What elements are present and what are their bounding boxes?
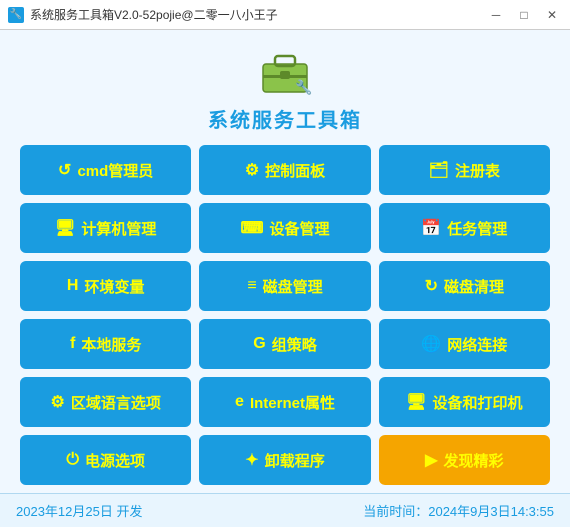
power-label: 电源选项 (85, 450, 145, 471)
tool-button-internet[interactable]: e Internet属性 (199, 377, 370, 427)
title-bar-left: 🔧 系统服务工具箱V2.0-52pojie@二零一八小王子 (8, 6, 278, 23)
gpedit-icon: G (253, 335, 265, 353)
tool-button-env[interactable]: H 环境变量 (20, 261, 191, 311)
tool-button-cmd[interactable]: ↺ cmd管理员 (20, 145, 191, 195)
tool-button-power[interactable]: ⏻ 电源选项 (20, 435, 191, 485)
registry-label: 注册表 (455, 160, 500, 181)
uninstall-label: 卸载程序 (265, 450, 325, 471)
current-time: 当前时间：2024年9月3日14:3:55 (363, 501, 554, 520)
control-icon: ⚙ (245, 160, 259, 180)
tool-button-discover[interactable]: ▶ 发现精彩 (379, 435, 550, 485)
computer-label: 计算机管理 (81, 218, 156, 239)
internet-icon: e (235, 393, 244, 411)
tool-button-computer[interactable]: 🖥 计算机管理 (20, 203, 191, 253)
cmd-icon: ↺ (58, 160, 71, 180)
clean-label: 磁盘清理 (444, 276, 504, 297)
network-label: 网络连接 (447, 334, 507, 355)
power-icon: ⏻ (66, 451, 79, 469)
region-label: 区域语言选项 (71, 392, 161, 413)
title-bar-controls: ─ □ ✕ (486, 7, 562, 23)
svg-text:🔧: 🔧 (295, 78, 312, 96)
tool-button-control[interactable]: ⚙ 控制面板 (199, 145, 370, 195)
printer-label: 设备和打印机 (432, 392, 522, 413)
tool-button-region[interactable]: ⚙ 区域语言选项 (20, 377, 191, 427)
task-label: 任务管理 (447, 218, 507, 239)
env-icon: H (67, 277, 79, 295)
clean-icon: ↻ (425, 276, 438, 296)
device-icon: ⌨ (240, 218, 263, 238)
tool-button-disk[interactable]: ≡ 磁盘管理 (199, 261, 370, 311)
env-label: 环境变量 (84, 276, 144, 297)
tool-button-registry[interactable]: 🗂 注册表 (379, 145, 550, 195)
dev-date: 2023年12月25日 开发 (16, 501, 142, 520)
task-icon: 📅 (421, 218, 441, 238)
control-label: 控制面板 (265, 160, 325, 181)
discover-icon: ▶ (425, 450, 437, 470)
service-icon: f (70, 335, 75, 353)
network-icon: 🌐 (421, 334, 441, 354)
printer-icon: 🖥 (406, 392, 426, 412)
tool-button-printer[interactable]: 🖥 设备和打印机 (379, 377, 550, 427)
tool-button-clean[interactable]: ↻ 磁盘清理 (379, 261, 550, 311)
current-time-value: 2024年9月3日14:3:55 (428, 504, 554, 519)
toolbox-icon: 🔧 (257, 42, 313, 98)
maximize-button[interactable]: □ (514, 7, 534, 23)
footer: 2023年12月25日 开发 当前时间：2024年9月3日14:3:55 (0, 493, 570, 527)
gpedit-label: 组策略 (272, 334, 317, 355)
tool-button-device[interactable]: ⌨ 设备管理 (199, 203, 370, 253)
computer-icon: 🖥 (55, 218, 75, 238)
cmd-label: cmd管理员 (77, 160, 153, 181)
close-button[interactable]: ✕ (542, 7, 562, 23)
current-time-label: 当前时间： (363, 504, 428, 519)
registry-icon: 🗂 (429, 160, 449, 180)
disk-label: 磁盘管理 (263, 276, 323, 297)
tool-button-gpedit[interactable]: G 组策略 (199, 319, 370, 369)
app-title: 系统服务工具箱 (208, 104, 362, 133)
uninstall-icon: ✦ (245, 450, 258, 470)
service-label: 本地服务 (81, 334, 141, 355)
device-label: 设备管理 (270, 218, 330, 239)
region-icon: ⚙ (50, 392, 64, 412)
main-content: 🔧 系统服务工具箱 ↺ cmd管理员 ⚙ 控制面板 🗂 注册表 🖥 计算机管理 ⌨ 设备管理 📅 任务… (0, 30, 570, 493)
tool-button-task[interactable]: 📅 任务管理 (379, 203, 550, 253)
internet-label: Internet属性 (250, 392, 335, 413)
app-icon-area: 🔧 (255, 40, 315, 100)
disk-icon: ≡ (247, 277, 256, 295)
title-bar: 🔧 系统服务工具箱V2.0-52pojie@二零一八小王子 ─ □ ✕ (0, 0, 570, 30)
app-icon: 🔧 (8, 7, 24, 23)
discover-label: 发现精彩 (443, 450, 503, 471)
minimize-button[interactable]: ─ (486, 7, 506, 23)
window-title: 系统服务工具箱V2.0-52pojie@二零一八小王子 (30, 6, 278, 23)
tool-button-service[interactable]: f 本地服务 (20, 319, 191, 369)
tool-button-uninstall[interactable]: ✦ 卸载程序 (199, 435, 370, 485)
button-grid: ↺ cmd管理员 ⚙ 控制面板 🗂 注册表 🖥 计算机管理 ⌨ 设备管理 📅 任务管理 H 环境变量 ≡ 磁盘… (20, 145, 550, 485)
app-header: 🔧 系统服务工具箱 (20, 40, 550, 133)
tool-button-network[interactable]: 🌐 网络连接 (379, 319, 550, 369)
